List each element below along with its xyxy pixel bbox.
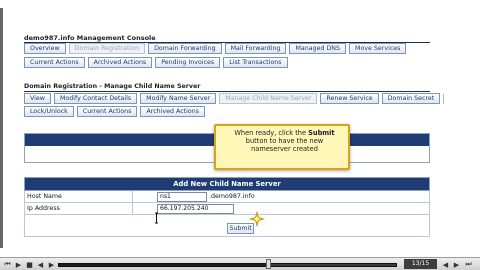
manage-child-name-server-button: Manage Child Name Server: [219, 93, 318, 104]
host-name-suffix: .demo987.info: [209, 193, 255, 200]
callout-text-bold: Submit: [308, 129, 335, 137]
stop-icon[interactable]: ■: [25, 260, 34, 269]
mail-forwarding-button[interactable]: Mail Forwarding: [224, 43, 287, 54]
section-actions-row-2: Lock/Unlock Current Actions Archived Actio…: [24, 106, 206, 117]
ip-address-row: Ip Address 66.197.205.240: [24, 203, 430, 215]
add-panel-header: Add New Child Name Server: [25, 178, 429, 190]
left-edge-strip: [0, 8, 3, 248]
browser-window: demo987.info Management Console Overview…: [0, 0, 480, 270]
section-divider: [24, 91, 430, 92]
ip-address-input[interactable]: 66.197.205.240: [157, 203, 234, 214]
progress-track[interactable]: [58, 263, 397, 267]
domain-registration-button: Domain Registration: [68, 43, 146, 54]
modify-name-server-button[interactable]: Modify Name Server: [140, 93, 217, 104]
click-highlight-icon: [249, 211, 265, 227]
archived-actions-button[interactable]: Archived Actions: [140, 106, 206, 117]
managed-dns-button[interactable]: Managed DNS: [289, 43, 347, 54]
section-title: Domain Registration - Manage Child Name …: [24, 83, 201, 90]
current-actions-button[interactable]: Current Actions: [24, 57, 85, 68]
console-nav-row-1: Overview Domain Registration Domain Forwar…: [24, 43, 407, 54]
pending-invoices-button[interactable]: Pending Invoices: [155, 57, 221, 68]
domain-forwarding-button[interactable]: Domain Forwarding: [148, 43, 222, 54]
play-icon[interactable]: ▶: [14, 260, 23, 269]
row-separator: [443, 93, 445, 104]
lock-unlock-button[interactable]: Lock/Unlock: [24, 106, 74, 117]
modify-contact-details-button[interactable]: Modify Contact Details: [53, 93, 138, 104]
playback-bar: ⏮ ▶ ■ ◀ ▶ 13/15 ◀ ▶ ⏭: [0, 257, 480, 270]
callout-text-line3: nameserver created: [251, 145, 318, 154]
progress-fill: [59, 264, 268, 266]
archived-actions-button[interactable]: Archived Actions: [87, 57, 153, 68]
host-name-row: Host Name ns1 .demo987.info: [24, 191, 430, 203]
tutorial-callout: When ready, click the Submit button to h…: [214, 124, 350, 170]
nav-forward-icon[interactable]: ▶: [452, 260, 461, 269]
console-nav-row-2: Current Actions Archived Actions Pending I…: [24, 57, 288, 68]
ip-address-label: Ip Address: [25, 203, 133, 214]
callout-text-line2: button to have the new: [245, 137, 324, 146]
section-actions-row-1: View Modify Contact Details Modify Name Se…: [24, 93, 445, 104]
overview-button[interactable]: Overview: [24, 43, 66, 54]
view-button[interactable]: View: [24, 93, 51, 104]
skip-end-icon[interactable]: ⏭: [464, 260, 473, 269]
next-icon[interactable]: ▶: [47, 260, 56, 269]
host-name-label: Host Name: [25, 191, 133, 202]
renew-service-button[interactable]: Renew Service: [320, 93, 379, 104]
current-actions-button[interactable]: Current Actions: [76, 106, 138, 117]
add-child-server-panel: Add New Child Name Server: [24, 177, 430, 191]
text-cursor-icon: [155, 212, 158, 224]
list-transactions-button[interactable]: List Transactions: [223, 57, 288, 68]
move-services-button[interactable]: Move Services: [349, 43, 407, 54]
previous-icon[interactable]: ◀: [36, 260, 45, 269]
callout-text-pre: When ready, click the: [234, 129, 309, 137]
slide-counter: 13/15: [404, 259, 437, 269]
rewind-start-icon[interactable]: ⏮: [3, 260, 12, 269]
nav-back-icon[interactable]: ◀: [441, 260, 450, 269]
domain-secret-button[interactable]: Domain Secret: [381, 93, 441, 104]
host-name-input[interactable]: ns1: [157, 191, 207, 202]
progress-thumb[interactable]: [266, 259, 272, 269]
console-title: demo987.info Management Console: [24, 34, 156, 42]
